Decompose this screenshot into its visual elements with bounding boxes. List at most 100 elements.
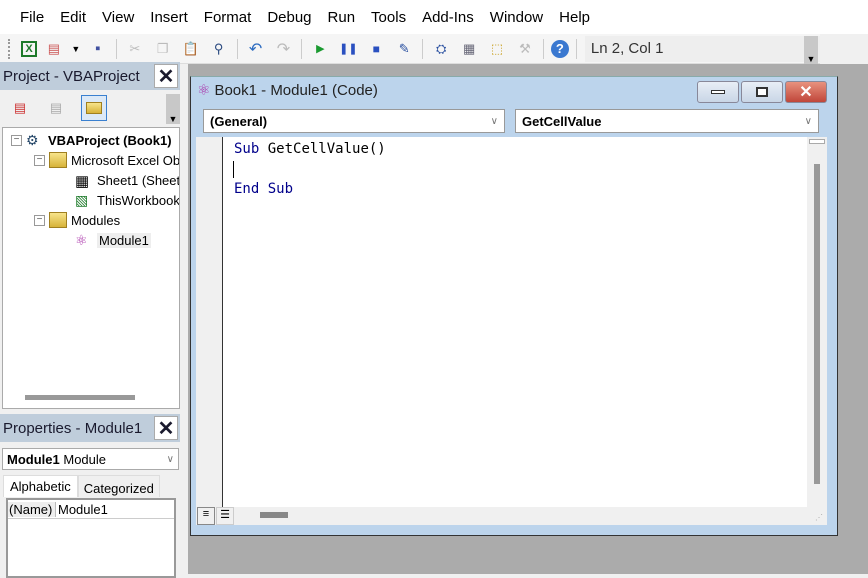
copy-icon[interactable]: ❐ xyxy=(152,38,174,60)
save-icon[interactable]: ▪ xyxy=(87,38,109,60)
close-properties-panel-button[interactable]: ✕ xyxy=(154,416,178,440)
object-combo-value: (General) xyxy=(210,113,268,129)
margin-indicator-bar[interactable] xyxy=(196,137,223,507)
menu-run[interactable]: Run xyxy=(320,9,364,26)
module-icon: ⚛ xyxy=(75,232,88,248)
worksheet-icon: ▦ xyxy=(75,173,90,190)
tree-node-sheet1[interactable]: ▦ Sheet1 (Sheet1) xyxy=(75,170,180,191)
code-line[interactable]: End Sub xyxy=(234,181,293,197)
properties-panel-title: Properties - Module1 xyxy=(3,419,143,437)
folder-icon xyxy=(49,152,67,168)
insert-userform-icon[interactable]: ▤ xyxy=(43,38,65,60)
properties-window-icon[interactable]: ▦ xyxy=(458,38,480,60)
paste-icon[interactable]: 📋 xyxy=(180,38,202,60)
tree-label: VBAProject (Book1) xyxy=(48,132,172,148)
collapse-icon[interactable]: − xyxy=(11,134,22,146)
excel-icon[interactable]: X xyxy=(21,40,37,57)
reset-icon[interactable]: ■ xyxy=(365,38,387,60)
chevron-down-icon: ∨ xyxy=(490,115,498,127)
folder-icon xyxy=(49,212,67,228)
scrollbar-thumb[interactable] xyxy=(814,164,820,484)
menu-file[interactable]: File xyxy=(12,9,52,26)
maximize-button[interactable] xyxy=(741,81,783,103)
view-code-icon[interactable]: ▤ xyxy=(9,97,31,119)
tree-label: Sheet1 (Sheet1) xyxy=(97,172,180,188)
menu-addins[interactable]: Add-Ins xyxy=(414,9,482,26)
menu-edit[interactable]: Edit xyxy=(52,9,94,26)
project-toolbar: ▤ ▤ xyxy=(6,94,176,122)
menu-bar: File Edit View Insert Format Debug Run T… xyxy=(0,0,868,34)
design-mode-icon[interactable]: ✎ xyxy=(393,38,415,60)
tab-categorized[interactable]: Categorized xyxy=(77,475,160,497)
menu-format[interactable]: Format xyxy=(196,9,260,26)
dropdown-arrow-icon[interactable]: ▼ xyxy=(71,38,81,60)
property-row[interactable]: (Name) Module1 xyxy=(8,500,174,519)
toggle-folders-icon[interactable] xyxy=(81,95,107,121)
code-line[interactable]: Sub GetCellValue() xyxy=(234,141,386,157)
resize-grip-icon[interactable]: ⋰ xyxy=(815,513,823,523)
properties-grid: (Name) Module1 xyxy=(6,498,176,578)
property-value[interactable]: Module1 xyxy=(56,502,108,517)
property-name: (Name) xyxy=(8,501,56,517)
tab-alphabetic[interactable]: Alphabetic xyxy=(3,475,78,497)
properties-tabs: Alphabetic Categorized xyxy=(3,475,160,497)
menu-window[interactable]: Window xyxy=(482,9,551,26)
minimize-button[interactable] xyxy=(697,81,739,103)
menu-view[interactable]: View xyxy=(94,9,142,26)
cut-icon[interactable]: ✂ xyxy=(124,38,146,60)
run-icon[interactable]: ▶ xyxy=(309,38,331,60)
toolbar-grip[interactable] xyxy=(8,38,12,59)
tree-node-module1[interactable]: ⚛ Module1 xyxy=(75,230,151,250)
tree-horizontal-scrollbar[interactable] xyxy=(25,395,135,400)
undo-icon[interactable]: ↶ xyxy=(245,38,267,60)
menu-insert[interactable]: Insert xyxy=(142,9,196,26)
find-icon[interactable]: ⚲ xyxy=(208,38,230,60)
full-module-view-button[interactable]: ☰ xyxy=(216,507,234,525)
close-button[interactable]: ✕ xyxy=(785,81,827,103)
procedure-view-button[interactable]: ≡ xyxy=(197,507,215,525)
object-selector-dropdown[interactable]: Module1 Module ∨ xyxy=(2,448,179,470)
tree-label: Modules xyxy=(71,212,121,228)
chevron-down-icon: ∨ xyxy=(166,453,174,465)
tree-node-vbaproject[interactable]: − ⚙ VBAProject (Book1) xyxy=(11,130,172,150)
properties-panel-header: Properties - Module1 ✕ xyxy=(0,414,180,442)
project-explorer-icon[interactable]: ⛭ xyxy=(430,38,452,60)
object-type: Module xyxy=(63,451,106,467)
project-toolbar-chevron[interactable]: ▼ xyxy=(166,94,180,124)
code-window: ⚛ Book1 - Module1 (Code) ✕ (General) ∨ Get… xyxy=(190,76,838,536)
menu-tools[interactable]: Tools xyxy=(363,9,414,26)
workbook-icon: ▧ xyxy=(75,192,89,208)
view-object-icon[interactable]: ▤ xyxy=(45,97,67,119)
tree-node-thisworkbook[interactable]: ▧ ThisWorkbook xyxy=(75,190,179,210)
collapse-icon[interactable]: − xyxy=(34,154,45,166)
toolbar-options-chevron[interactable]: ▼ xyxy=(804,36,818,64)
redo-icon[interactable]: ↷ xyxy=(273,38,295,60)
project-panel-header: Project - VBAProject ✕ xyxy=(0,62,180,90)
module-icon: ⚛ xyxy=(197,82,211,99)
code-window-title: Book1 - Module1 (Code) xyxy=(214,81,378,99)
cursor-position-status: Ln 2, Col 1 xyxy=(584,35,821,62)
code-editor[interactable]: Sub GetCellValue() End Sub xyxy=(196,137,827,507)
break-icon[interactable]: ❚❚ xyxy=(337,38,359,60)
object-name: Module1 xyxy=(7,451,60,467)
object-combo[interactable]: (General) ∨ xyxy=(203,109,505,133)
vertical-scrollbar[interactable] xyxy=(807,137,827,507)
toolbox-icon[interactable]: ⚒ xyxy=(514,38,536,60)
menu-debug[interactable]: Debug xyxy=(259,9,319,26)
code-window-titlebar[interactable]: ⚛ Book1 - Module1 (Code) xyxy=(197,81,378,100)
tree-label: Microsoft Excel Objects xyxy=(71,152,180,168)
project-panel-title: Project - VBAProject xyxy=(3,67,140,85)
standard-toolbar: X ▤ ▼ ▪ ✂ ❐ 📋 ⚲ ↶ ↷ ▶ ❚❚ ■ ✎ ⛭ ▦ ⬚ ⚒ ? L… xyxy=(0,34,821,64)
menu-help[interactable]: Help xyxy=(551,9,598,26)
code-bottom-bar: ≡ ☰ ⋰ xyxy=(196,507,827,525)
tree-node-excel-objects[interactable]: − Microsoft Excel Objects xyxy=(34,150,180,170)
object-browser-icon[interactable]: ⬚ xyxy=(486,38,508,60)
close-project-panel-button[interactable]: ✕ xyxy=(154,64,178,88)
help-icon[interactable]: ? xyxy=(550,39,569,58)
horizontal-scrollbar-thumb[interactable] xyxy=(260,512,288,518)
tree-label: Module1 xyxy=(97,232,151,248)
text-cursor xyxy=(233,161,234,178)
collapse-icon[interactable]: − xyxy=(34,214,45,226)
procedure-combo[interactable]: GetCellValue ∨ xyxy=(515,109,819,133)
tree-node-modules[interactable]: − Modules xyxy=(34,210,120,230)
